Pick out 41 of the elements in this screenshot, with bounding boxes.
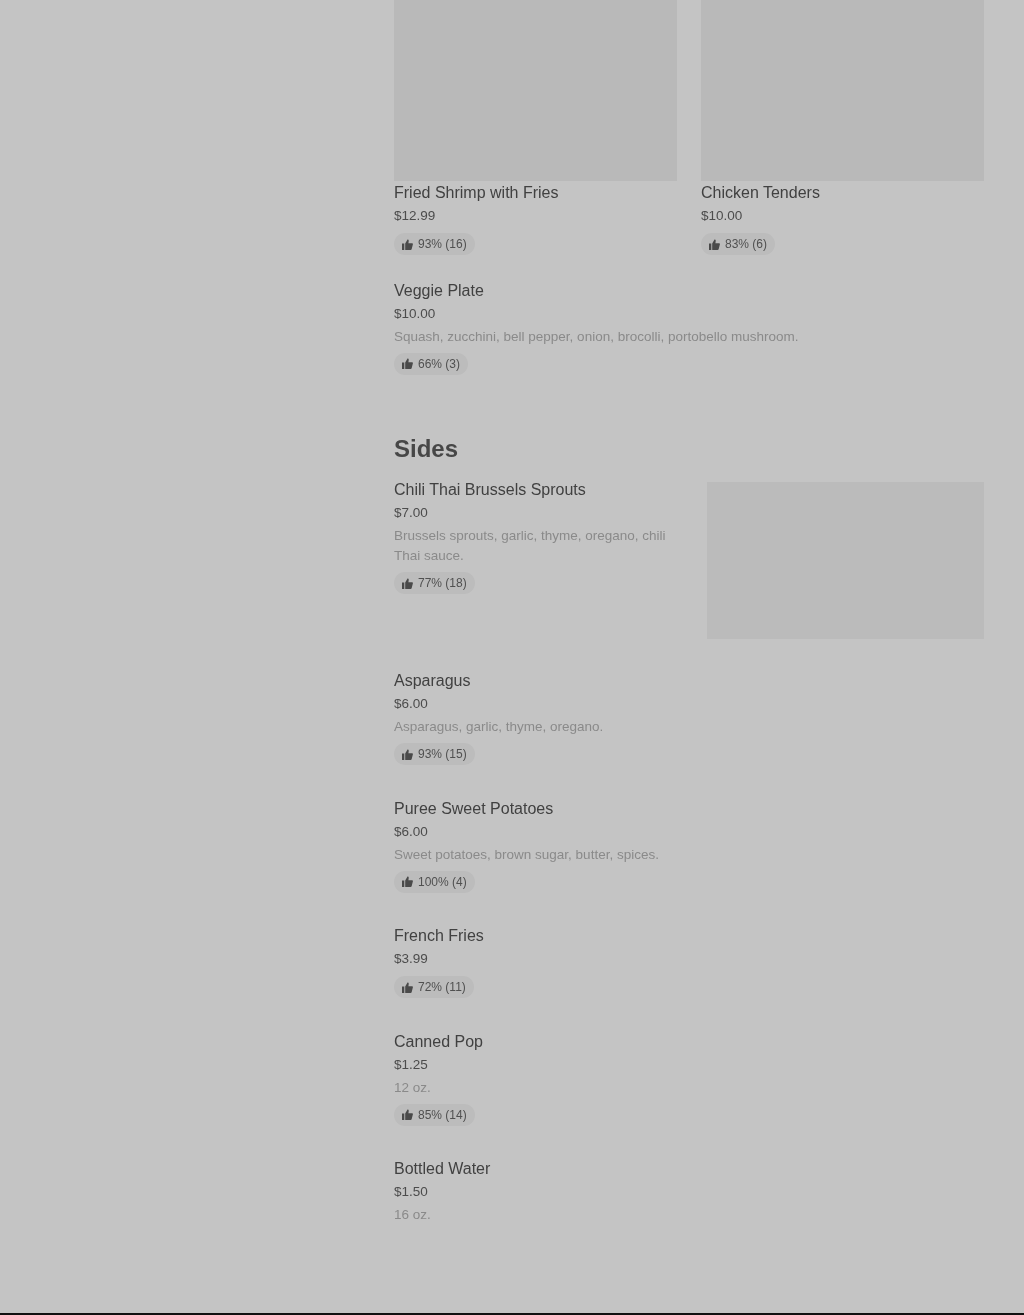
item-description: Asparagus, garlic, thyme, oregano. bbox=[394, 718, 605, 736]
item-description: 16 oz. bbox=[394, 1206, 432, 1224]
item-price: $1.25 bbox=[394, 1055, 429, 1074]
rating-badge: 85% (14) bbox=[394, 1103, 475, 1126]
thumbs-up-icon bbox=[402, 876, 413, 887]
item-name: Chili Thai Brussels Sprouts bbox=[394, 480, 587, 500]
rating-badge: 93% (16) bbox=[394, 233, 475, 255]
item-price: $6.00 bbox=[394, 695, 429, 713]
thumbs-up-icon bbox=[402, 577, 413, 589]
rating-badge: 100% (4) bbox=[394, 870, 475, 893]
item-name: Asparagus bbox=[394, 671, 472, 691]
item-description: 12 oz. bbox=[394, 1078, 432, 1097]
item-price: $10.00 bbox=[394, 304, 437, 323]
item-description: Brussels sprouts, garlic, thyme, oregano, chili Thai sauce. bbox=[394, 527, 667, 565]
rating-badge: 72% (11) bbox=[394, 976, 474, 998]
item-name: Veggie Plate bbox=[394, 280, 485, 301]
thumbs-up-icon bbox=[402, 1109, 413, 1120]
item-price: $7.00 bbox=[394, 504, 429, 522]
section-heading: Sides bbox=[394, 434, 460, 464]
rating-badge: 93% (15) bbox=[394, 743, 475, 765]
item-description: Sweet potatoes, brown sugar, butter, spices. bbox=[394, 845, 660, 864]
item-name: Fried Shrimp with Fries bbox=[394, 183, 560, 203]
rating-badge: 77% (18) bbox=[394, 572, 475, 594]
item-price: $6.00 bbox=[394, 822, 429, 841]
item-price: $10.00 bbox=[701, 207, 744, 225]
item-name: Canned Pop bbox=[394, 1031, 484, 1052]
item-description: Squash, zucchini, bell pepper, onion, brocolli, portobello mushroom. bbox=[394, 327, 800, 346]
item-name: Bottled Water bbox=[394, 1159, 492, 1179]
rating-badge: 83% (6) bbox=[701, 233, 776, 255]
thumbs-up-icon bbox=[402, 981, 413, 993]
rating-badge: 66% (3) bbox=[394, 352, 469, 375]
item-name: Chicken Tenders bbox=[701, 183, 821, 203]
item-name: French Fries bbox=[394, 926, 485, 946]
thumbs-up-icon bbox=[402, 748, 413, 760]
item-price: $1.50 bbox=[394, 1183, 429, 1201]
item-name: Puree Sweet Potatoes bbox=[394, 798, 555, 819]
item-price: $3.99 bbox=[394, 950, 429, 968]
item-price: $12.99 bbox=[394, 207, 437, 225]
thumbs-up-icon bbox=[402, 358, 413, 369]
thumbs-up-icon bbox=[402, 238, 413, 250]
thumbs-up-icon bbox=[709, 238, 720, 250]
